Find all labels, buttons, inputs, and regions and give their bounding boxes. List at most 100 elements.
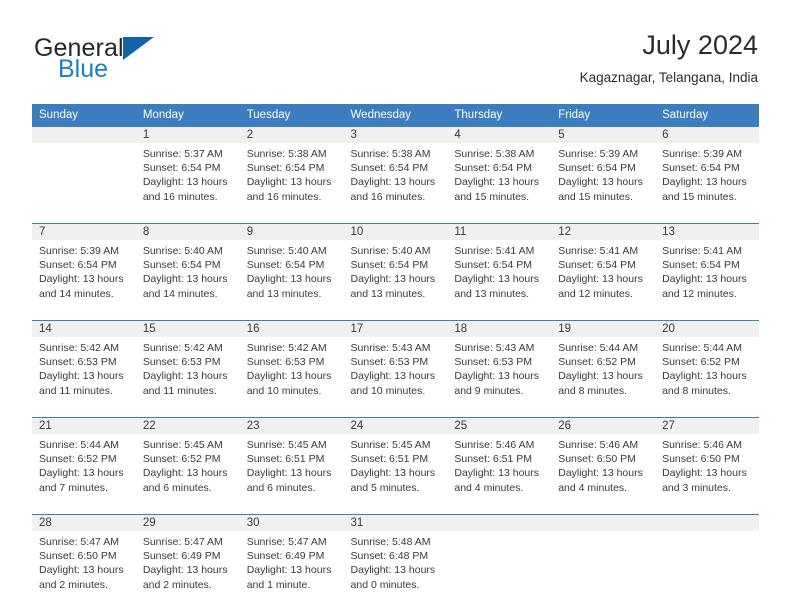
calendar-day-cell[interactable]: 28 Sunrise: 5:47 AM Sunset: 6:50 PM Dayligh… [32,514,136,603]
calendar-day-cell[interactable]: 13 Sunrise: 5:41 AM Sunset: 6:54 PM Dayligh… [655,223,759,312]
day-cell-inner: 9 Sunrise: 5:40 AM Sunset: 6:54 PM Daylight… [239,224,344,312]
day-cell-inner: 6 Sunrise: 5:39 AM Sunset: 6:54 PM Daylight… [655,127,759,215]
daylight-line-1: Daylight: 13 hours [142,370,228,383]
day-details: Sunrise: 5:38 AM Sunset: 6:54 PM Daylight:… [344,143,448,204]
sunrise-line: Sunrise: 5:46 AM [662,439,743,451]
day-details: Sunrise: 5:40 AM Sunset: 6:54 PM Daylight:… [136,240,240,301]
day-number: 15 [135,321,240,337]
day-cell-inner: 21 Sunrise: 5:44 AM Sunset: 6:52 PM Dayligh… [32,418,136,506]
page-title: July 2024 [642,30,758,60]
calendar-day-cell[interactable]: 17 Sunrise: 5:43 AM Sunset: 6:53 PM Dayligh… [343,320,448,409]
sunrise-line: Sunrise: 5:40 AM [350,245,431,257]
day-cell-inner: 19 Sunrise: 5:44 AM Sunset: 6:52 PM Dayligh… [551,321,656,409]
day-details: Sunrise: 5:47 AM Sunset: 6:49 PM Daylight:… [240,531,344,592]
day-number: 25 [447,418,552,434]
calendar-day-cell[interactable]: 22 Sunrise: 5:45 AM Sunset: 6:52 PM Dayligh… [135,417,240,506]
daylight-line-1: Daylight: 13 hours [350,273,436,286]
calendar-day-cell[interactable]: 9 Sunrise: 5:40 AM Sunset: 6:54 PM Daylight… [239,223,344,312]
calendar-day-cell[interactable]: 24 Sunrise: 5:45 AM Sunset: 6:51 PM Dayligh… [343,417,448,506]
day-number: 22 [135,418,240,434]
day-number: 20 [655,321,759,337]
day-number [551,515,656,531]
day-cell-inner: 27 Sunrise: 5:46 AM Sunset: 6:50 PM Dayligh… [655,418,759,506]
calendar-day-cell[interactable]: 30 Sunrise: 5:47 AM Sunset: 6:49 PM Dayligh… [239,514,344,603]
calendar-day-cell[interactable]: 26 Sunrise: 5:46 AM Sunset: 6:50 PM Dayligh… [551,417,656,506]
daylight-line-2: and 12 minutes. [662,287,737,300]
day-number: 13 [655,224,759,240]
daylight-line-1: Daylight: 13 hours [558,273,643,286]
day-cell-inner: 10 Sunrise: 5:40 AM Sunset: 6:54 PM Dayligh… [343,224,448,312]
day-details: Sunrise: 5:46 AM Sunset: 6:50 PM Daylight:… [551,434,655,495]
day-cell-inner [447,515,552,603]
sunset-line: Sunset: 6:53 PM [246,356,325,369]
sunrise-line: Sunrise: 5:46 AM [558,439,639,451]
calendar-day-cell[interactable]: 14 Sunrise: 5:42 AM Sunset: 6:53 PM Dayligh… [32,320,136,409]
daylight-line-1: Daylight: 13 hours [454,467,540,480]
calendar-day-cell[interactable]: 27 Sunrise: 5:46 AM Sunset: 6:50 PM Dayligh… [655,417,759,506]
day-details: Sunrise: 5:40 AM Sunset: 6:54 PM Daylight:… [240,240,344,301]
day-number: 5 [551,127,656,143]
calendar-day-cell[interactable]: 10 Sunrise: 5:40 AM Sunset: 6:54 PM Dayligh… [343,223,448,312]
day-cell-inner [551,515,656,603]
calendar-day-cell[interactable]: 20 Sunrise: 5:44 AM Sunset: 6:52 PM Dayligh… [655,320,759,409]
daylight-line-1: Daylight: 13 hours [350,467,436,480]
daylight-line-1: Daylight: 13 hours [662,370,747,383]
day-cell-inner: 26 Sunrise: 5:46 AM Sunset: 6:50 PM Dayligh… [551,418,656,506]
daylight-line-2: and 3 minutes. [662,481,731,494]
calendar-day-cell[interactable]: 8 Sunrise: 5:40 AM Sunset: 6:54 PM Daylight… [135,223,240,312]
calendar-day-cell[interactable]: 12 Sunrise: 5:41 AM Sunset: 6:54 PM Dayligh… [551,223,656,312]
calendar-day-cell[interactable]: 5 Sunrise: 5:39 AM Sunset: 6:54 PM Daylight… [551,126,656,215]
week-gap [32,312,759,321]
day-cell-inner: 18 Sunrise: 5:43 AM Sunset: 6:53 PM Dayligh… [447,321,552,409]
day-details [447,531,551,535]
day-cell-inner: 12 Sunrise: 5:41 AM Sunset: 6:54 PM Dayligh… [551,224,656,312]
day-number [32,127,136,143]
sunset-line: Sunset: 6:51 PM [454,453,533,466]
daylight-line-1: Daylight: 13 hours [350,370,436,383]
day-cell-inner: 1 Sunrise: 5:37 AM Sunset: 6:54 PM Daylight… [135,127,240,215]
sunset-line: Sunset: 6:50 PM [558,453,636,466]
sunset-line: Sunset: 6:54 PM [142,162,221,175]
calendar-day-cell[interactable]: 2 Sunrise: 5:38 AM Sunset: 6:54 PM Daylight… [239,126,344,215]
daylight-line-2: and 16 minutes. [350,190,426,203]
daylight-line-2: and 12 minutes. [558,287,633,300]
day-details: Sunrise: 5:42 AM Sunset: 6:53 PM Daylight:… [240,337,344,398]
daylight-line-2: and 16 minutes. [142,190,218,203]
sunset-line: Sunset: 6:52 PM [142,453,221,466]
daylight-line-1: Daylight: 13 hours [246,370,332,383]
calendar-day-cell[interactable]: 7 Sunrise: 5:39 AM Sunset: 6:54 PM Daylight… [32,223,136,312]
calendar-day-cell[interactable]: 15 Sunrise: 5:42 AM Sunset: 6:53 PM Dayligh… [135,320,240,409]
calendar-day-cell[interactable]: 6 Sunrise: 5:39 AM Sunset: 6:54 PM Daylight… [655,126,759,215]
day-number: 27 [655,418,759,434]
calendar-day-cell[interactable]: 25 Sunrise: 5:46 AM Sunset: 6:51 PM Dayligh… [447,417,552,506]
calendar-day-cell[interactable]: 18 Sunrise: 5:43 AM Sunset: 6:53 PM Dayligh… [447,320,552,409]
daylight-line-2: and 15 minutes. [454,190,530,203]
calendar-day-cell[interactable]: 11 Sunrise: 5:41 AM Sunset: 6:54 PM Dayligh… [447,223,552,312]
calendar-day-cell[interactable]: 1 Sunrise: 5:37 AM Sunset: 6:54 PM Daylight… [135,126,240,215]
calendar-day-cell[interactable]: 16 Sunrise: 5:42 AM Sunset: 6:53 PM Dayligh… [239,320,344,409]
day-details: Sunrise: 5:38 AM Sunset: 6:54 PM Daylight:… [447,143,551,204]
calendar-day-cell[interactable]: 21 Sunrise: 5:44 AM Sunset: 6:52 PM Dayligh… [32,417,136,506]
day-number [655,515,759,531]
calendar-day-cell[interactable]: 4 Sunrise: 5:38 AM Sunset: 6:54 PM Daylight… [447,126,552,215]
day-cell-inner: 16 Sunrise: 5:42 AM Sunset: 6:53 PM Dayligh… [239,321,344,409]
day-details: Sunrise: 5:45 AM Sunset: 6:51 PM Daylight:… [240,434,344,495]
sunset-line: Sunset: 6:53 PM [142,356,221,369]
calendar-day-cell[interactable]: 29 Sunrise: 5:47 AM Sunset: 6:49 PM Dayligh… [135,514,240,603]
day-number: 1 [135,127,240,143]
day-number: 7 [32,224,136,240]
day-number: 29 [135,515,240,531]
calendar-day-cell[interactable]: 19 Sunrise: 5:44 AM Sunset: 6:52 PM Dayligh… [551,320,656,409]
calendar-day-cell[interactable]: 3 Sunrise: 5:38 AM Sunset: 6:54 PM Daylight… [343,126,448,215]
day-cell-inner: 5 Sunrise: 5:39 AM Sunset: 6:54 PM Daylight… [551,127,656,215]
sunrise-line: Sunrise: 5:45 AM [142,439,223,451]
daylight-line-1: Daylight: 13 hours [39,370,124,383]
day-cell-inner: 20 Sunrise: 5:44 AM Sunset: 6:52 PM Dayligh… [655,321,759,409]
calendar-day-cell[interactable]: 23 Sunrise: 5:45 AM Sunset: 6:51 PM Dayligh… [239,417,344,506]
calendar-day-cell[interactable]: 31 Sunrise: 5:48 AM Sunset: 6:48 PM Dayligh… [343,514,448,603]
day-number: 18 [447,321,552,337]
sunset-line: Sunset: 6:54 PM [558,162,636,175]
day-cell-inner: 17 Sunrise: 5:43 AM Sunset: 6:53 PM Dayligh… [343,321,448,409]
day-number: 28 [32,515,136,531]
sunset-line: Sunset: 6:54 PM [558,259,636,272]
